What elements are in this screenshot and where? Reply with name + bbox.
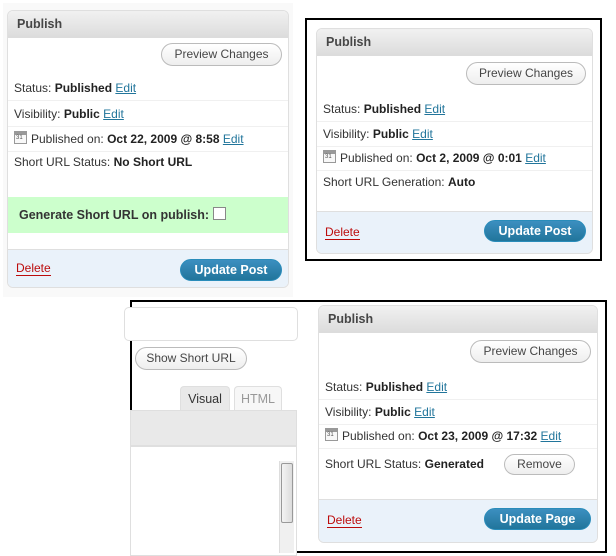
edit-visibility-link[interactable]: Edit [103, 107, 124, 121]
short-url-value: Generated [424, 457, 484, 471]
visibility-label: Visibility: [323, 127, 370, 141]
publish-box-1: Publish Preview Changes Status: Publishe… [7, 10, 289, 288]
status-row: Status: Published Edit [317, 98, 592, 122]
publish-box-3: Publish Preview Changes Status: Publishe… [318, 305, 598, 543]
preview-changes-button[interactable]: Preview Changes [466, 62, 586, 85]
published-label: Published on: [340, 151, 413, 165]
published-label: Published on: [31, 132, 104, 146]
published-value: Oct 23, 2009 @ 17:32 [418, 429, 538, 443]
published-row: Published on: Oct 2, 2009 @ 0:01 Edit [317, 147, 592, 171]
delete-link[interactable]: Delete [16, 262, 51, 276]
delete-link[interactable]: Delete [325, 226, 360, 240]
generate-short-url-checkbox[interactable] [213, 207, 227, 220]
visibility-label: Visibility: [14, 107, 61, 121]
published-row: Published on: Oct 22, 2009 @ 8:58 Edit [8, 128, 288, 152]
publish-footer: Delete Update Page [319, 499, 597, 542]
editor-content-area[interactable] [130, 446, 297, 556]
status-value: Published [54, 81, 113, 95]
short-url-row: Short URL Status: No Short URL [8, 151, 288, 174]
calendar-icon [323, 150, 336, 163]
status-value: Published [363, 102, 422, 116]
publish-footer: Delete Update Post [317, 211, 592, 253]
visibility-row: Visibility: Public Edit [8, 103, 288, 127]
status-label: Status: [14, 81, 52, 95]
publish-box-title: Publish [317, 29, 592, 56]
status-label: Status: [325, 380, 363, 394]
published-value: Oct 2, 2009 @ 0:01 [416, 151, 522, 165]
visibility-value: Public [374, 405, 411, 419]
delete-link[interactable]: Delete [327, 514, 362, 528]
short-url-label: Short URL Status: [14, 155, 111, 169]
publish-panel-3-frame: Show Short URL Visual HTML Publish Previ… [124, 300, 607, 556]
edit-date-link[interactable]: Edit [525, 151, 546, 165]
calendar-icon [325, 428, 338, 441]
visibility-label: Visibility: [325, 405, 372, 419]
publish-panel-1-frame: Publish Preview Changes Status: Publishe… [3, 3, 293, 297]
publish-panel-2-frame: Publish Preview Changes Status: Publishe… [305, 18, 602, 261]
update-post-button[interactable]: Update Post [484, 220, 586, 242]
show-short-url-button[interactable]: Show Short URL [135, 347, 247, 370]
editor-toolbar [130, 410, 297, 446]
short-url-label: Short URL Generation: [323, 175, 445, 189]
preview-changes-button[interactable]: Preview Changes [161, 43, 282, 66]
published-row: Published on: Oct 23, 2009 @ 17:32 Edit [319, 425, 597, 449]
tab-html[interactable]: HTML [234, 386, 282, 410]
visibility-value: Public [372, 127, 409, 141]
publish-footer: Delete Update Post [8, 249, 288, 287]
status-row: Status: Published Edit [319, 376, 597, 400]
publish-box-2: Publish Preview Changes Status: Publishe… [316, 28, 593, 254]
tab-visual[interactable]: Visual [180, 386, 230, 410]
publish-box-title: Publish [319, 306, 597, 333]
editor-scrollbar[interactable] [279, 461, 294, 553]
update-post-button[interactable]: Update Post [180, 259, 282, 281]
short-url-row: Short URL Generation: Auto [317, 171, 592, 194]
short-url-label: Short URL Status: [325, 457, 422, 471]
visibility-row: Visibility: Public Edit [317, 123, 592, 147]
editor-scroll-thumb[interactable] [281, 463, 293, 523]
update-page-button[interactable]: Update Page [484, 508, 591, 530]
calendar-icon [14, 131, 27, 144]
edit-visibility-link[interactable]: Edit [412, 127, 433, 141]
status-label: Status: [323, 102, 361, 116]
publish-box-title: Publish [8, 11, 288, 38]
visibility-value: Public [63, 107, 100, 121]
title-input[interactable] [124, 307, 298, 341]
status-value: Published [365, 380, 424, 394]
edit-date-link[interactable]: Edit [223, 132, 244, 146]
short-url-value: Auto [447, 175, 476, 189]
generate-short-url-bar: Generate Short URL on publish: [8, 197, 288, 233]
published-label: Published on: [342, 429, 415, 443]
preview-changes-button[interactable]: Preview Changes [470, 340, 591, 363]
remove-short-url-button[interactable]: Remove [504, 454, 575, 475]
status-row: Status: Published Edit [8, 77, 288, 101]
short-url-value: No Short URL [113, 155, 193, 169]
edit-visibility-link[interactable]: Edit [414, 405, 435, 419]
edit-status-link[interactable]: Edit [115, 81, 136, 95]
published-value: Oct 22, 2009 @ 8:58 [107, 132, 220, 146]
edit-status-link[interactable]: Edit [424, 102, 445, 116]
edit-date-link[interactable]: Edit [541, 429, 562, 443]
visibility-row: Visibility: Public Edit [319, 401, 597, 425]
edit-status-link[interactable]: Edit [426, 380, 447, 394]
generate-short-url-label: Generate Short URL on publish: [19, 208, 210, 222]
